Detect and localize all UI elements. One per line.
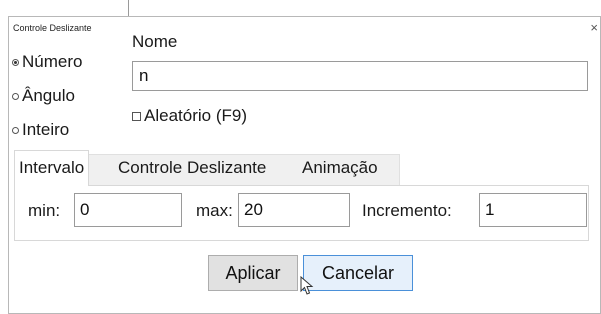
radio-unselected-icon (12, 92, 19, 100)
radio-inteiro[interactable]: Inteiro (12, 120, 69, 140)
radio-selected-icon (12, 58, 19, 66)
close-icon[interactable]: × (590, 20, 598, 35)
max-label: max: (196, 201, 233, 220)
dialog-titlebar: Controle Deslizante × (9, 17, 600, 39)
max-input[interactable] (238, 193, 350, 227)
apply-button[interactable]: Aplicar (208, 255, 298, 291)
radio-angulo[interactable]: Ângulo (12, 86, 75, 106)
checkbox-unchecked-icon (132, 111, 141, 121)
radio-label-angulo: Ângulo (22, 86, 75, 105)
tab-animacao[interactable]: Animação (298, 154, 382, 182)
tab-intervalo[interactable]: Intervalo (14, 150, 90, 186)
tab-controle-deslizante[interactable]: Controle Deslizante (114, 154, 270, 182)
radio-label-inteiro: Inteiro (22, 120, 70, 139)
name-input[interactable] (132, 61, 588, 91)
radio-numero[interactable]: Número (12, 52, 82, 72)
cancel-button[interactable]: Cancelar (303, 255, 413, 291)
dialog-title: Controle Deslizante (13, 23, 92, 33)
random-checkbox[interactable]: Aleatório (F9) (132, 106, 247, 126)
increment-input[interactable] (479, 193, 587, 227)
min-input[interactable] (74, 193, 182, 227)
increment-label: Incremento: (362, 201, 452, 220)
min-label: min: (28, 201, 61, 220)
random-checkbox-label: Aleatório (F9) (144, 106, 247, 125)
radio-unselected-icon (12, 126, 19, 134)
radio-label-numero: Número (22, 52, 83, 71)
mouse-pointer-icon (300, 276, 314, 295)
background-divider (128, 0, 129, 16)
name-label: Nome (132, 32, 178, 51)
